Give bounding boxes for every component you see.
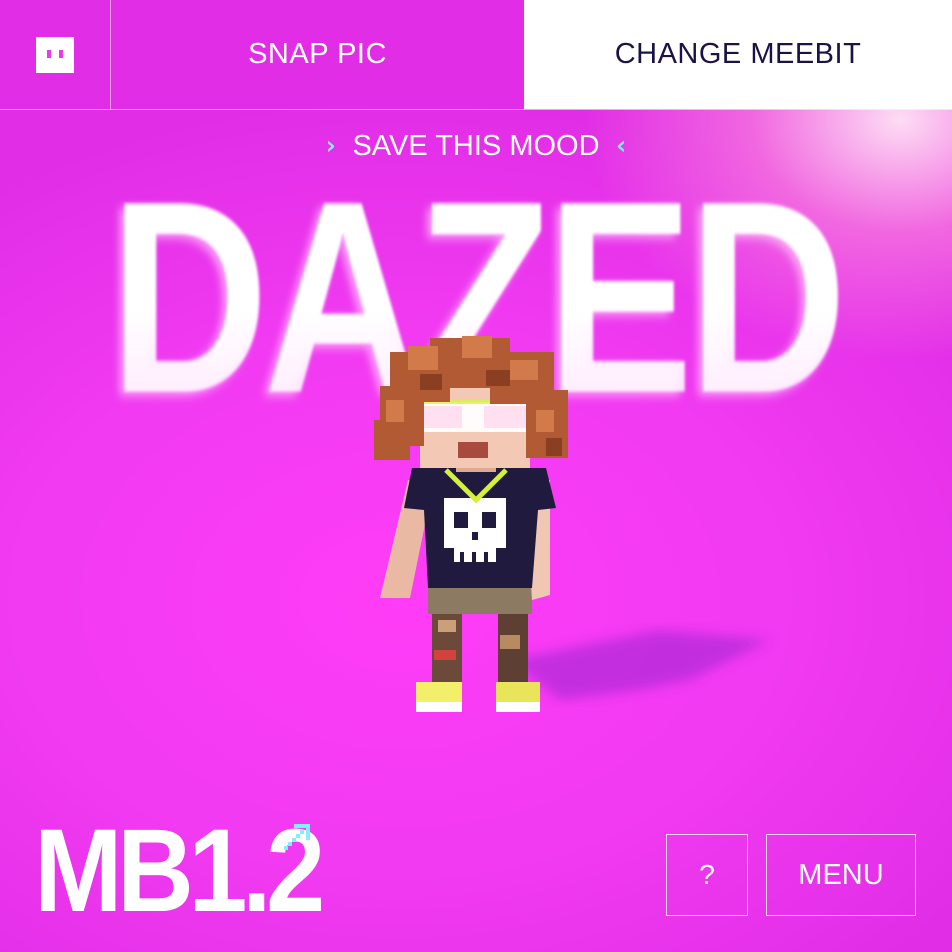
meebit-face-icon xyxy=(36,36,74,73)
change-meebit-button[interactable]: CHANGE MEEBIT xyxy=(524,0,952,109)
version-label: MB1.2 xyxy=(34,805,325,937)
menu-label: MENU xyxy=(798,858,884,891)
top-bar: SNAP PIC CHANGE MEEBIT xyxy=(0,0,952,110)
pixel-arrow-up-right-icon xyxy=(284,824,310,850)
snap-pic-button[interactable]: SNAP PIC xyxy=(111,0,524,109)
change-meebit-label: CHANGE MEEBIT xyxy=(614,38,862,70)
app-stage: SNAP PIC CHANGE MEEBIT › SAVE THIS MOOD … xyxy=(0,0,952,952)
menu-button[interactable]: MENU xyxy=(766,834,916,916)
help-button[interactable]: ? xyxy=(666,834,748,916)
snap-pic-label: SNAP PIC xyxy=(248,38,387,70)
meebit-character[interactable] xyxy=(360,330,780,730)
logo-button[interactable] xyxy=(0,0,111,109)
help-label: ? xyxy=(699,859,715,890)
